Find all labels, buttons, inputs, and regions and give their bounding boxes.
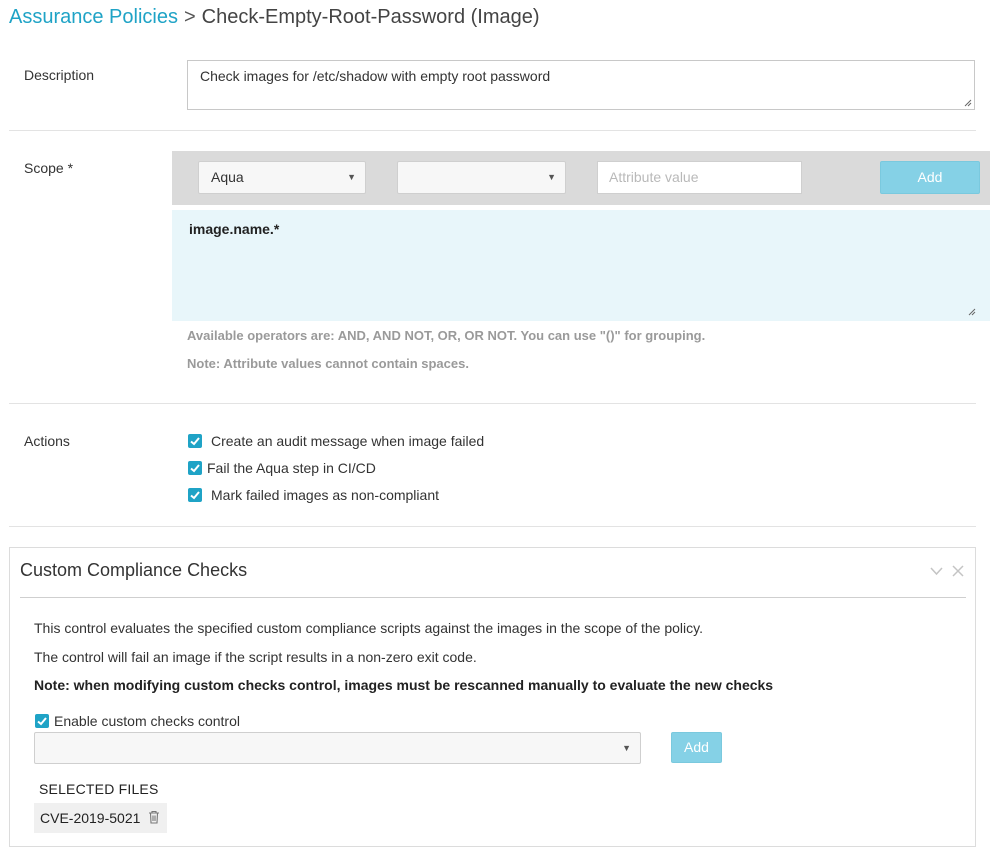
custom-script-select[interactable]: ▼ <box>34 732 641 764</box>
panel-divider <box>20 597 966 598</box>
caret-down-icon: ▼ <box>347 172 356 182</box>
resize-grip-icon[interactable] <box>964 99 972 107</box>
scope-type-select[interactable]: Aqua ▼ <box>198 161 366 194</box>
selected-files-header: SELECTED FILES <box>39 781 159 797</box>
custom-checks-add-button[interactable]: Add <box>671 732 722 763</box>
chevron-down-icon[interactable] <box>930 566 943 576</box>
attribute-value-input[interactable]: Attribute value <box>597 161 802 194</box>
breadcrumb-separator: > <box>183 6 196 28</box>
checkmark-icon <box>37 717 47 726</box>
divider <box>9 526 976 527</box>
fail-ci-step-label: Fail the Aqua step in CI/CD <box>207 460 376 476</box>
scope-help-operators: Available operators are: AND, AND NOT, O… <box>187 328 706 343</box>
caret-down-icon: ▼ <box>547 172 556 182</box>
custom-checks-note: Note: when modifying custom checks contr… <box>34 677 774 693</box>
scope-label: Scope * <box>24 160 74 176</box>
non-compliant-checkbox[interactable] <box>188 488 202 502</box>
breadcrumb: Assurance Policies > Check-Empty-Root-Pass… <box>9 5 540 29</box>
fail-ci-step-checkbox[interactable] <box>188 461 202 475</box>
scope-expression-textarea[interactable]: image.name.* <box>172 210 990 321</box>
close-icon[interactable] <box>952 565 964 577</box>
audit-message-checkbox[interactable] <box>188 434 202 448</box>
scope-expression-value: image.name.* <box>189 221 280 237</box>
actions-label: Actions <box>24 433 70 449</box>
audit-message-label: Create an audit message when image faile… <box>211 433 485 449</box>
enable-custom-checks-checkbox[interactable] <box>35 714 49 728</box>
description-value: Check images for /etc/shadow with empty … <box>200 68 551 84</box>
custom-checks-description-2: The control will fail an image if the sc… <box>34 649 477 665</box>
scope-attribute-select[interactable]: ▼ <box>397 161 566 194</box>
non-compliant-label: Mark failed images as non-compliant <box>211 487 439 503</box>
trash-icon[interactable] <box>148 810 160 824</box>
checkmark-icon <box>190 464 200 473</box>
attribute-value-placeholder: Attribute value <box>609 169 699 185</box>
scope-help-note: Note: Attribute values cannot contain sp… <box>187 356 469 371</box>
selected-file-name: CVE-2019-5021 <box>40 810 141 826</box>
description-label: Description <box>24 67 95 83</box>
divider <box>9 403 976 404</box>
scope-add-button[interactable]: Add <box>880 161 980 194</box>
divider <box>9 130 976 131</box>
caret-down-icon: ▼ <box>622 743 631 753</box>
selected-file-item: CVE-2019-5021 <box>34 803 167 833</box>
resize-grip-icon[interactable] <box>968 308 976 316</box>
scope-type-value: Aqua <box>211 169 244 185</box>
custom-checks-description-1: This control evaluates the specified cus… <box>34 620 703 636</box>
checkmark-icon <box>190 491 200 500</box>
panel-title: Custom Compliance Checks <box>20 560 248 580</box>
page-title: Check-Empty-Root-Password (Image) <box>201 6 540 28</box>
description-textarea[interactable]: Check images for /etc/shadow with empty … <box>187 60 975 110</box>
enable-custom-checks-label: Enable custom checks control <box>54 713 240 729</box>
breadcrumb-link-assurance-policies[interactable]: Assurance Policies <box>9 6 178 28</box>
custom-checks-panel <box>9 547 976 847</box>
checkmark-icon <box>190 437 200 446</box>
